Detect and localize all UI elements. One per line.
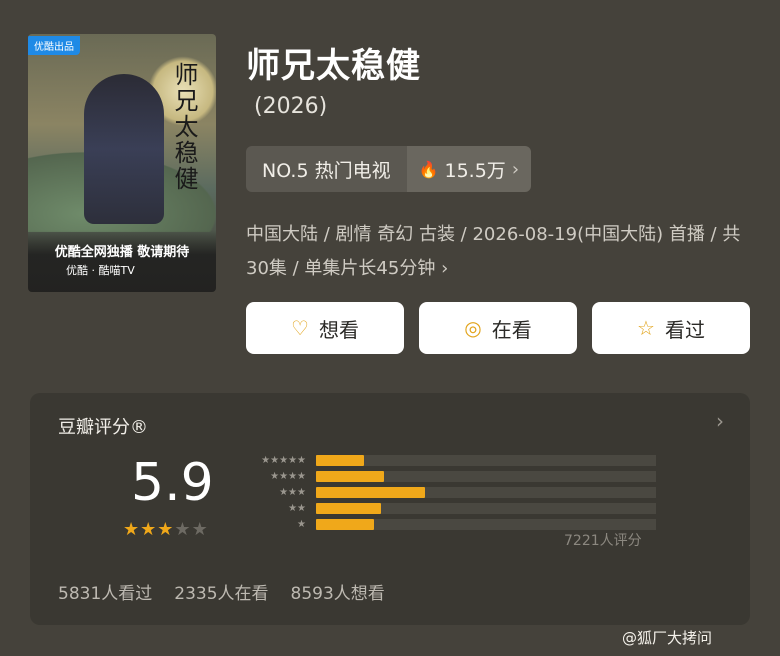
watched-count: 5831人看过 bbox=[58, 584, 153, 604]
target-icon: ◎ bbox=[464, 316, 482, 340]
flame-icon: 🔥 bbox=[418, 159, 439, 179]
action-buttons: ♡ 想看 ◎ 在看 ☆ 看过 bbox=[246, 302, 750, 354]
rating-dist-fill bbox=[316, 455, 364, 466]
poster-slogan: 优酷全网独播 敬请期待 bbox=[54, 245, 190, 260]
poster-bottom-band bbox=[28, 230, 216, 292]
meta-text: 中国大陆 / 剧情 奇幻 古装 / 2026-08-19(中国大陆) 首播 / … bbox=[246, 224, 741, 279]
rating-dist-stars: ★★ bbox=[288, 503, 306, 514]
rating-count: 7221人评分 bbox=[564, 533, 642, 549]
rating-dist-track bbox=[316, 519, 656, 530]
star-filled-icon: ★ bbox=[157, 519, 175, 540]
rating-dist-track bbox=[316, 503, 656, 514]
rating-dist-fill bbox=[316, 471, 384, 482]
rating-dist-fill bbox=[316, 503, 381, 514]
poster-image[interactable]: 师兄太稳健 优酷出品 优酷全网独播 敬请期待 优酷 · 酷喵TV bbox=[28, 34, 216, 292]
star-empty-icon: ★ bbox=[174, 519, 192, 540]
rating-title: 豆瓣评分® bbox=[58, 417, 148, 438]
rating-distribution: ★★★★★ ★★★★ ★★★ ★★ ★ bbox=[240, 453, 656, 533]
watermark: @狐厂大拷问 bbox=[622, 629, 713, 647]
rating-dist-track bbox=[316, 471, 656, 482]
poster-brands: 优酷 · 酷喵TV bbox=[66, 264, 135, 277]
star-filled-icon: ★ bbox=[140, 519, 158, 540]
chevron-right-icon: › bbox=[511, 158, 520, 180]
watching-count: 2335人在看 bbox=[174, 584, 269, 604]
rating-dist-row: ★★★ bbox=[240, 485, 656, 500]
star-filled-icon: ★ bbox=[123, 519, 141, 540]
watched-label: 看过 bbox=[664, 317, 705, 342]
want-to-watch-label: 想看 bbox=[318, 317, 359, 342]
rating-dist-stars: ★★★★★ bbox=[261, 455, 306, 466]
rating-dist-stars: ★★★★ bbox=[270, 471, 306, 482]
want-count: 8593人想看 bbox=[290, 584, 385, 604]
rating-dist-row: ★★ bbox=[240, 501, 656, 516]
star-outline-icon: ☆ bbox=[637, 316, 655, 340]
chevron-right-icon[interactable]: › bbox=[716, 409, 724, 433]
rating-dist-fill bbox=[316, 519, 374, 530]
heart-plus-icon: ♡ bbox=[291, 316, 309, 340]
watching-button[interactable]: ◎ 在看 bbox=[419, 302, 577, 354]
release-year: (2026) bbox=[254, 94, 328, 119]
rating-dist-fill bbox=[316, 487, 425, 498]
rating-stars: ★★★★★ bbox=[123, 519, 209, 540]
poster-figure bbox=[84, 74, 164, 224]
watched-button[interactable]: ☆ 看过 bbox=[592, 302, 750, 354]
movie-meta[interactable]: 中国大陆 / 剧情 奇幻 古装 / 2026-08-19(中国大陆) 首播 / … bbox=[246, 218, 756, 286]
heat-indicator[interactable]: 🔥 15.5万 › bbox=[406, 146, 532, 192]
rating-dist-track bbox=[316, 455, 656, 466]
rating-score: 5.9 bbox=[131, 453, 214, 513]
watch-stats: 5831人看过 2335人在看 8593人想看 bbox=[58, 579, 385, 604]
poster-badge: 优酷出品 bbox=[28, 36, 80, 55]
rating-dist-stars: ★ bbox=[297, 519, 306, 530]
want-to-watch-button[interactable]: ♡ 想看 bbox=[246, 302, 404, 354]
star-empty-icon: ★ bbox=[191, 519, 209, 540]
poster-vertical-title: 师兄太稳健 bbox=[170, 62, 198, 192]
rating-dist-row: ★★★★ bbox=[240, 469, 656, 484]
rating-dist-row: ★★★★★ bbox=[240, 453, 656, 468]
rating-dist-track bbox=[316, 487, 656, 498]
rank-badge[interactable]: NO.5 热门电视 🔥 15.5万 › bbox=[246, 146, 532, 192]
rank-label: NO.5 热门电视 bbox=[246, 146, 407, 192]
rating-card[interactable]: 豆瓣评分® › 5.9 ★★★★★ ★★★★★ ★★★★ ★★★ ★★ ★ 7221人评… bbox=[30, 393, 750, 625]
page-title: 师兄太稳健 bbox=[246, 46, 421, 86]
chevron-right-icon: › bbox=[441, 258, 449, 279]
heat-value: 15.5万 bbox=[444, 159, 506, 182]
rating-dist-stars: ★★★ bbox=[279, 487, 306, 498]
watching-label: 在看 bbox=[491, 317, 532, 342]
